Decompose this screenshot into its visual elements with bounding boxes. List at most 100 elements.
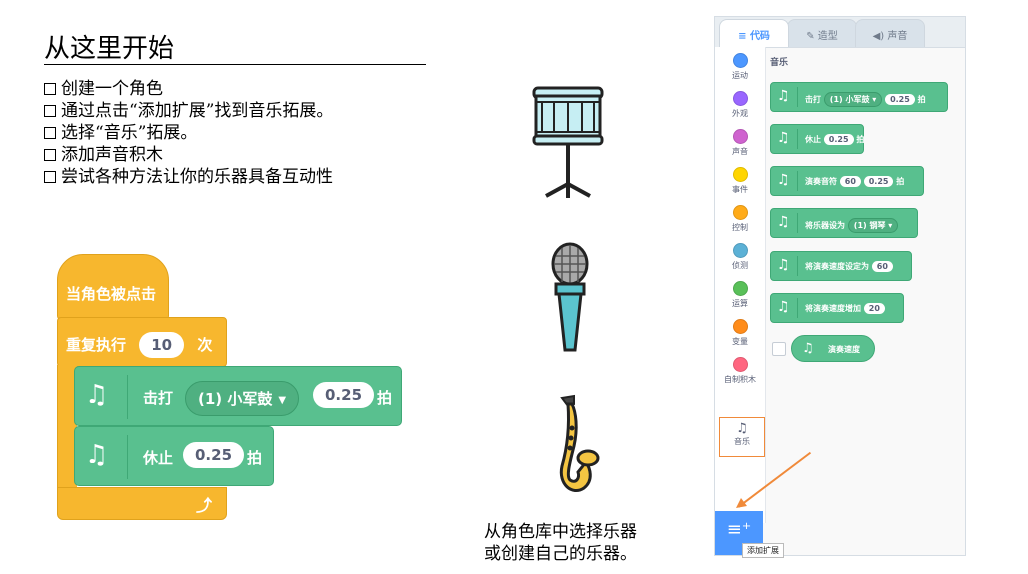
- palette-note-beats-input[interactable]: 0.25: [863, 176, 894, 187]
- block-separator: [127, 375, 128, 419]
- palette-change-tempo-text: 将演奏速度增加 20: [805, 303, 885, 314]
- looks-dot-icon: [732, 91, 748, 106]
- music-note-icon: ♫: [777, 299, 790, 315]
- repeat-block[interactable]: 重复执行 10 次: [57, 317, 227, 367]
- category-motion[interactable]: 运动: [715, 53, 765, 81]
- sprite-library-caption: 从角色库中选择乐器 或创建自己的乐器。: [484, 522, 637, 564]
- chevron-down-icon: ▼: [278, 395, 287, 406]
- block-separator: [797, 256, 798, 276]
- checklist-item: 添加声音积木: [44, 144, 333, 166]
- palette-set-instrument-block[interactable]: ♫ 将乐器设为 (1) 钢琴 ▾: [770, 208, 918, 238]
- checkbox-icon[interactable]: [44, 171, 56, 183]
- block-separator: [797, 129, 798, 149]
- rest-block[interactable]: ♫ 休止 0.25 拍: [74, 426, 274, 486]
- palette-tempo-change-input[interactable]: 20: [863, 303, 885, 314]
- repeat-unit: 次: [197, 336, 213, 354]
- drum-beats-input[interactable]: 0.25: [313, 382, 375, 408]
- palette-note-text: 演奏音符 60 0.25 拍: [805, 176, 905, 187]
- motion-dot-icon: [732, 53, 748, 68]
- checkbox-icon[interactable]: [44, 149, 56, 161]
- checklist-item: 创建一个角色: [44, 78, 333, 100]
- repeat-label: 重复执行: [66, 336, 127, 354]
- checklist-item: 选择“音乐”拓展。: [44, 122, 333, 144]
- operators-dot-icon: [732, 281, 748, 296]
- category-looks[interactable]: 外观: [715, 91, 765, 119]
- checkbox-icon[interactable]: [44, 127, 56, 139]
- palette-change-tempo-block[interactable]: ♫ 将演奏速度增加 20: [770, 293, 904, 323]
- checklist-item: 尝试各种方法让你的乐器具备互动性: [44, 166, 333, 188]
- tab-sounds[interactable]: ◀) 声音: [855, 19, 925, 47]
- block-separator: [797, 298, 798, 318]
- variables-dot-icon: [732, 319, 748, 334]
- category-my-blocks[interactable]: 自制积木: [715, 357, 765, 385]
- snare-drum-sprite: [532, 86, 604, 198]
- repeat-count-input[interactable]: 10: [139, 332, 185, 358]
- sensing-dot-icon: [732, 243, 748, 258]
- music-note-icon: ♫: [777, 88, 790, 104]
- music-note-icon: ♫: [736, 421, 748, 436]
- music-section-title: 音乐: [770, 58, 789, 68]
- category-sound[interactable]: 声音: [715, 129, 765, 157]
- palette-instrument-text: 将乐器设为 (1) 钢琴 ▾: [805, 218, 899, 233]
- palette-rest-beats-input[interactable]: 0.25: [823, 134, 854, 145]
- category-variables[interactable]: 变量: [715, 319, 765, 347]
- music-note-icon: ♫: [777, 214, 790, 230]
- checkbox-icon[interactable]: [44, 83, 56, 95]
- tempo-monitor-checkbox[interactable]: [772, 342, 786, 356]
- brush-icon: ✎: [806, 31, 818, 42]
- music-note-icon: ♫: [777, 257, 790, 273]
- my-blocks-dot-icon: [732, 357, 748, 372]
- rest-label: 休止: [143, 449, 174, 467]
- block-separator: [127, 435, 128, 479]
- page-title: 从这里开始: [44, 34, 175, 64]
- palette-set-tempo-text: 将演奏速度设定为 60: [805, 261, 893, 272]
- music-note-icon: ♫: [85, 440, 109, 470]
- palette-tempo-reporter[interactable]: ♫ 演奏速度: [791, 335, 875, 362]
- checkbox-icon[interactable]: [44, 105, 56, 117]
- palette-drum-text: 击打 (1) 小军鼓 ▾ 0.25 拍: [805, 92, 926, 107]
- category-control[interactable]: 控制: [715, 205, 765, 233]
- rest-beats-input[interactable]: 0.25: [183, 442, 245, 468]
- category-music[interactable]: ♫ 音乐: [719, 417, 765, 457]
- code-icon: ≡: [738, 31, 750, 42]
- block-separator: [797, 213, 798, 233]
- music-note-icon: ♫: [802, 341, 814, 356]
- palette-drum-dropdown[interactable]: (1) 小军鼓 ▾: [823, 92, 883, 107]
- control-dot-icon: [732, 205, 748, 220]
- tab-costumes[interactable]: ✎ 造型: [787, 19, 857, 47]
- palette-instrument-dropdown[interactable]: (1) 钢琴 ▾: [847, 218, 899, 233]
- when-sprite-clicked-block[interactable]: 当角色被点击: [57, 254, 169, 320]
- palette-rest-text: 休止 0.25 拍: [805, 134, 865, 145]
- sound-dot-icon: [732, 129, 748, 144]
- events-dot-icon: [732, 167, 748, 182]
- drum-dropdown[interactable]: (1) 小军鼓 ▼: [185, 381, 300, 416]
- add-extension-icon: ≡⁺: [726, 519, 752, 540]
- palette-rest-block[interactable]: ♫ 休止 0.25 拍: [770, 124, 864, 154]
- music-note-icon: ♫: [777, 172, 790, 188]
- rest-unit-label: 拍: [247, 449, 263, 467]
- title-underline: [44, 64, 426, 65]
- loop-arrow-icon: ⤴: [195, 496, 212, 515]
- category-operators[interactable]: 运算: [715, 281, 765, 309]
- palette-note-input[interactable]: 60: [839, 176, 861, 187]
- speaker-icon: ◀): [872, 31, 888, 42]
- category-events[interactable]: 事件: [715, 167, 765, 195]
- music-note-icon: ♫: [777, 130, 790, 146]
- music-note-icon: ♫: [85, 380, 109, 410]
- repeat-block-bottom: ⤴: [57, 487, 227, 520]
- checklist-item: 通过点击“添加扩展”找到音乐拓展。: [44, 100, 333, 122]
- saxophone-sprite: [559, 394, 600, 492]
- beat-unit-label: 拍: [377, 389, 393, 407]
- palette-play-drum-block[interactable]: ♫ 击打 (1) 小军鼓 ▾ 0.25 拍: [770, 82, 948, 112]
- palette-play-note-block[interactable]: ♫ 演奏音符 60 0.25 拍: [770, 166, 924, 196]
- palette-tempo-input[interactable]: 60: [871, 261, 893, 272]
- play-drum-label: 击打: [143, 389, 174, 407]
- block-separator: [797, 87, 798, 107]
- add-extension-tooltip: 添加扩展: [742, 543, 784, 558]
- palette-set-tempo-block[interactable]: ♫ 将演奏速度设定为 60: [770, 251, 912, 281]
- palette-drum-beats-input[interactable]: 0.25: [885, 94, 915, 105]
- block-separator: [797, 171, 798, 191]
- play-drum-block[interactable]: ♫ 击打 (1) 小军鼓 ▼ 0.25 拍: [74, 366, 402, 426]
- tab-code[interactable]: ≡ 代码: [719, 19, 789, 47]
- category-sensing[interactable]: 侦测: [715, 243, 765, 271]
